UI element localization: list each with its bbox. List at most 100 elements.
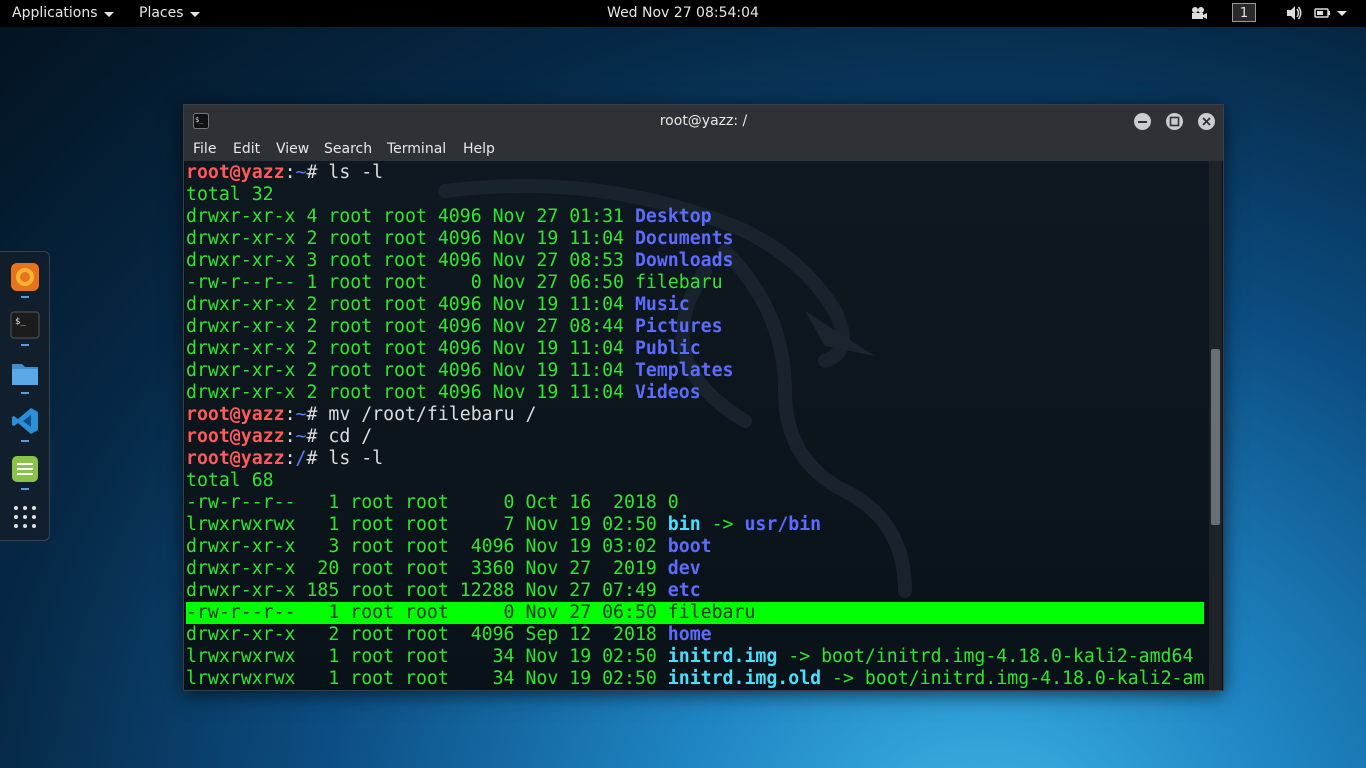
listing-row: drwxr-xr-x 2 root root 4096 Nov 27 08:44… [186,316,1204,338]
listing-row: drwxr-xr-x 2 root root 4096 Nov 19 11:04… [186,338,1204,360]
window-titlebar[interactable]: $_ root@yazz: / [184,105,1223,137]
camera-icon[interactable] [1190,4,1208,26]
link-target: boot/initrd.img-4.18.0-kali2-am [864,668,1205,689]
firefox-icon[interactable] [10,262,40,292]
listing-name: Videos [634,382,701,403]
listing-meta: drwxr-xr-x 185 root root 12288 Nov 27 07… [186,580,668,601]
prompt-user: root@yazz [186,448,285,469]
listing-row: lrwxrwxrwx 1 root root 7 Nov 19 02:50 bi… [186,514,1204,536]
vscode-icon[interactable] [10,406,40,436]
running-indicator [21,344,29,346]
listing-row: lrwxrwxrwx 1 root root 34 Nov 19 02:50 i… [186,646,1204,668]
listing-row: lrwxrwxrwx 1 root root 34 Nov 19 02:50 i… [186,668,1204,690]
listing-meta: drwxr-xr-x 3 root root 4096 Nov 19 03:02 [186,536,668,557]
scrollbar-thumb[interactable] [1211,349,1220,525]
listing-name: filebaru [634,272,723,293]
menu-terminal[interactable]: Terminal [387,141,446,157]
link-target: usr/bin [744,514,822,535]
terminal-window: $_ root@yazz: / File Edit View Search Te… [183,104,1224,691]
listing-meta: drwxr-xr-x 2 root root 4096 Nov 19 11:04 [186,294,635,315]
menu-edit[interactable]: Edit [233,141,260,157]
workspace-indicator[interactable]: 1 [1232,3,1256,22]
listing-row-selected: -rw-r--r-- 1 root root 0 Nov 27 06:50 fi… [186,602,1205,624]
command-text: mv /root/filebaru / [328,404,537,425]
listing-row: drwxr-xr-x 4 root root 4096 Nov 27 01:31… [186,206,1204,228]
listing-row: drwxr-xr-x 2 root root 4096 Nov 19 11:04… [186,294,1204,316]
terminal-lines: root@yazz:~# ls -l total 32 drwxr-xr-x 4… [186,162,1205,690]
root-listing: -rw-r--r-- 1 root root 0 Oct 16 2018 0 lr… [186,492,1205,690]
prompt-line: root@yazz:~# mv /root/filebaru / [186,404,537,425]
menu-file[interactable]: File [193,141,216,157]
files-icon[interactable] [10,358,40,388]
listing-name: Downloads [634,250,734,271]
clock[interactable]: Wed Nov 27 08:54:04 [0,5,1366,21]
link-target: boot/initrd.img-4.18.0-kali2-amd64 [821,646,1194,667]
listing-meta: -rw-r--r-- 1 root root 0 Nov 27 06:50 [186,272,635,293]
menu-help[interactable]: Help [463,141,495,157]
listing-row: drwxr-xr-x 3 root root 4096 Nov 19 03:02… [186,536,1204,558]
listing-meta: drwxr-xr-x 4 root root 4096 Nov 27 01:31 [186,206,635,227]
minimize-icon [1138,121,1147,123]
listing-name: 0 [667,492,679,513]
command-text: cd / [328,426,373,447]
top-panel: Applications Places Wed Nov 27 08:54:04 … [0,0,1366,27]
notes-icon[interactable] [10,454,40,484]
running-indicator [21,392,29,394]
prompt-user: root@yazz [186,426,285,447]
minimize-button[interactable] [1134,113,1151,130]
command-text: ls -l [328,162,384,183]
menu-view[interactable]: View [276,141,309,157]
show-apps-icon[interactable] [10,502,40,532]
dock: $_ [0,251,50,541]
window-menubar: File Edit View Search Terminal Help [184,137,1223,161]
running-indicator [21,440,29,442]
listing-name: bin [667,514,701,535]
svg-text:$_: $_ [15,317,26,327]
listing-row: drwxr-xr-x 2 root root 4096 Nov 19 11:04… [186,360,1204,382]
listing-row: drwxr-xr-x 185 root root 12288 Nov 27 07… [186,580,1204,602]
terminal-output[interactable]: root@yazz:~# ls -l total 32 drwxr-xr-x 4… [185,161,1209,690]
terminal-scrollbar[interactable] [1209,161,1222,690]
listing-meta: lrwxrwxrwx 1 root root 34 Nov 19 02:50 [186,646,668,667]
menu-search[interactable]: Search [324,141,372,157]
listing-row: drwxr-xr-x 3 root root 4096 Nov 27 08:53… [186,250,1204,272]
listing-name: initrd.img.old [667,668,822,689]
listing-meta: drwxr-xr-x 20 root root 3360 Nov 27 2019 [186,558,668,579]
battery-icon[interactable] [1314,4,1332,26]
listing-name: filebaru [667,602,756,623]
listing-meta: drwxr-xr-x 2 root root 4096 Nov 19 11:04 [186,338,635,359]
command-text: ls -l [328,448,384,469]
listing-name: etc [667,580,701,601]
maximize-button[interactable] [1166,113,1183,130]
listing-name: dev [667,558,701,579]
maximize-icon [1169,116,1180,127]
running-indicator [21,488,29,490]
listing-name: boot [667,536,712,557]
prompt-user: root@yazz [186,162,285,183]
prompt-line: root@yazz:/# ls -l [186,448,384,469]
listing-meta: drwxr-xr-x 2 root root 4096 Sep 12 2018 [186,624,668,645]
listing-row: drwxr-xr-x 20 root root 3360 Nov 27 2019… [186,558,1204,580]
system-menu-chevron-icon[interactable] [1337,9,1347,16]
listing-meta: drwxr-xr-x 2 root root 4096 Nov 19 11:04 [186,382,635,403]
output-total: total 68 [186,470,274,491]
listing-name: Desktop [634,206,712,227]
close-button[interactable] [1198,113,1215,130]
link-arrow: -> [821,668,865,689]
listing-row: -rw-r--r-- 1 root root 0 Nov 27 06:50 fi… [186,272,1204,294]
home-listing: drwxr-xr-x 4 root root 4096 Nov 27 01:31… [186,206,1204,404]
listing-meta: drwxr-xr-x 2 root root 4096 Nov 19 11:04 [186,360,635,381]
listing-row: drwxr-xr-x 2 root root 4096 Nov 19 11:04… [186,382,1204,404]
listing-name: Templates [634,360,734,381]
volume-icon[interactable] [1285,4,1303,26]
close-icon [1202,117,1211,126]
listing-name: Music [634,294,690,315]
listing-name: Public [634,338,701,359]
prompt-line: root@yazz:~# ls -l [186,162,384,183]
listing-meta: -rw-r--r-- 1 root root 0 Oct 16 2018 [186,492,668,513]
listing-name: Documents [634,228,734,249]
listing-row: -rw-r--r-- 1 root root 0 Oct 16 2018 0 [186,492,1204,514]
output-total: total 32 [186,184,274,205]
listing-row: drwxr-xr-x 2 root root 4096 Sep 12 2018 … [186,624,1204,646]
terminal-icon[interactable]: $_ [10,310,40,340]
